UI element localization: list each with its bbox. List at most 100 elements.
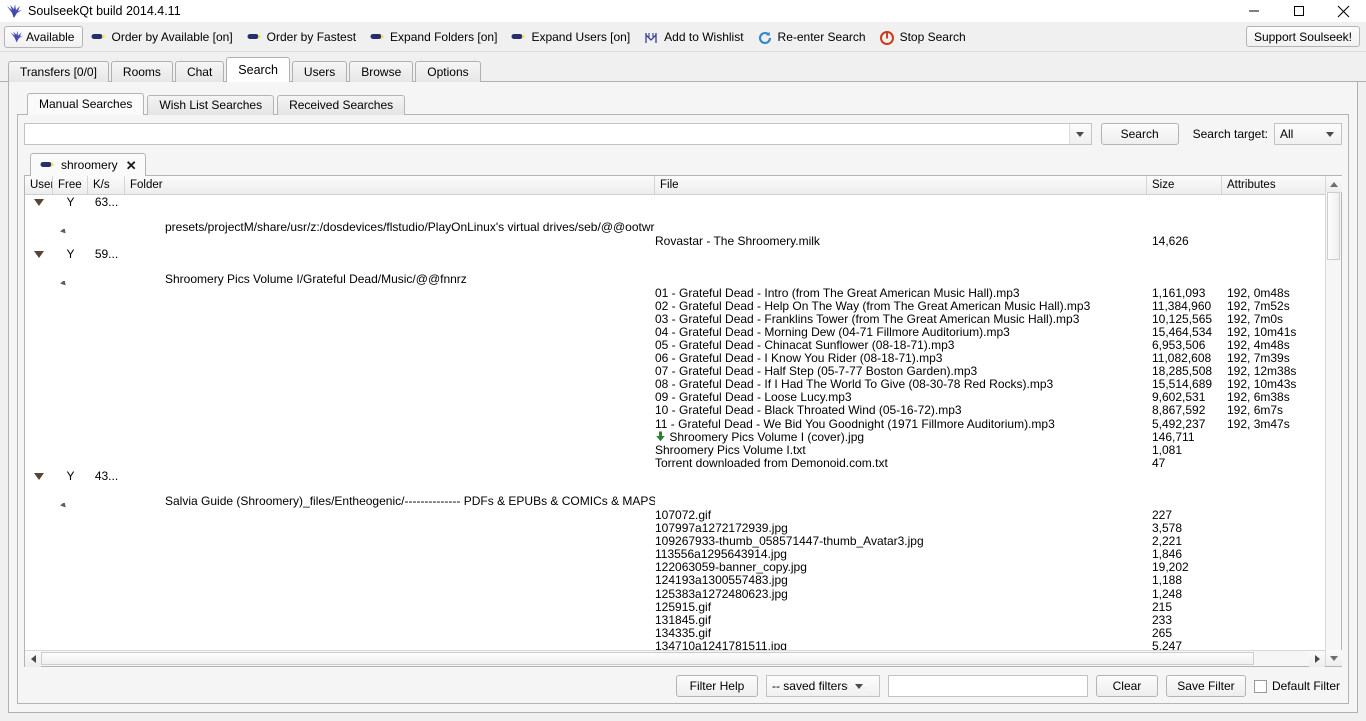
table-row[interactable]: Y 59... (25, 247, 1325, 261)
table-row[interactable]: presets/projectM/share/usr/z:/dosdevices… (25, 209, 1325, 234)
close-button[interactable] (1321, 0, 1366, 22)
scroll-up-button[interactable] (1326, 176, 1342, 192)
chevron-down-icon (1076, 131, 1085, 137)
tab-search[interactable]: Search (226, 57, 290, 82)
stop-search-button[interactable]: Stop Search (874, 26, 972, 48)
column-header-size[interactable]: Size (1147, 176, 1222, 194)
table-row[interactable]: Torrent downloaded from Demonoid.com.txt… (25, 456, 1325, 470)
filter-input[interactable] (887, 675, 1088, 697)
search-target-value: All (1280, 127, 1294, 141)
table-row[interactable]: Shroomery Pics Volume I/Grateful Dead/Mu… (25, 261, 1325, 287)
table-row[interactable]: 134335.gif 265 (25, 626, 1325, 640)
search-query-combo[interactable] (24, 123, 1092, 145)
table-row[interactable]: 107072.gif 227 (25, 508, 1325, 522)
vertical-scroll-thumb[interactable] (1327, 192, 1340, 260)
table-row[interactable]: 11 - Grateful Dead - We Bid You Goodnigh… (25, 416, 1325, 431)
add-to-wishlist-button[interactable]: Add to Wishlist (638, 26, 749, 48)
re-enter-search-button[interactable]: Re-enter Search (752, 26, 872, 48)
table-row[interactable]: Rovastar - The Shroomery.milk 14,626 (25, 234, 1325, 248)
tab-options[interactable]: Options (415, 61, 481, 82)
order-by-available-button[interactable]: Order by Available [on] (85, 26, 238, 48)
table-row[interactable]: 04 - Grateful Dead - Morning Dew (04-71 … (25, 325, 1325, 339)
support-soulseek-button[interactable]: Support Soulseek! (1245, 26, 1360, 47)
search-button[interactable]: Search (1100, 123, 1179, 145)
column-header-free[interactable]: Free (53, 176, 88, 194)
scroll-right-button[interactable] (1309, 651, 1325, 667)
table-row[interactable]: 134710a1241781511.jpg 5,247 (25, 639, 1325, 650)
table-row[interactable]: Shroomery Pics Volume I (cover).jpg 146,7… (25, 430, 1325, 444)
close-icon[interactable]: ✕ (126, 159, 137, 172)
vertical-scroll-track[interactable] (1326, 192, 1341, 650)
table-row[interactable]: 10 - Grateful Dead - Black Throated Wind… (25, 403, 1325, 417)
expand-toggle[interactable] (25, 250, 53, 258)
tab-transfers[interactable]: Transfers [0/0] (8, 61, 109, 82)
horizontal-scroll-track[interactable] (41, 651, 1309, 666)
expand-toggle[interactable] (25, 198, 53, 206)
scroll-left-button[interactable] (25, 651, 41, 667)
table-row[interactable]: 02 - Grateful Dead - Help On The Way (fr… (25, 299, 1325, 313)
cell-attributes: 192, 3m47s (1227, 416, 1290, 431)
maximize-button[interactable] (1276, 0, 1321, 22)
search-history-dropdown-button[interactable] (1068, 124, 1091, 144)
table-row[interactable]: Salvia Guide (Shroomery)_files/Entheogen… (25, 483, 1325, 509)
branch-toggle[interactable] (53, 503, 88, 509)
expand-toggle[interactable] (25, 472, 53, 480)
table-row[interactable]: 09 - Grateful Dead - Loose Lucy.mp3 9,602… (25, 390, 1325, 404)
result-tab-shroomery[interactable]: shroomery ✕ (30, 153, 146, 176)
table-row[interactable]: 03 - Grateful Dead - Franklins Tower (fr… (25, 312, 1325, 326)
column-header-folder[interactable]: Folder (125, 176, 655, 194)
table-row[interactable]: 113556a1295643914.jpg 1,846 (25, 547, 1325, 561)
search-target-select[interactable]: All (1274, 123, 1342, 145)
table-row[interactable]: Shroomery Pics Volume I.txt 1,081 (25, 443, 1325, 457)
table-row[interactable]: 125915.gif 215 (25, 599, 1325, 614)
save-filter-button[interactable]: Save Filter (1165, 675, 1246, 697)
column-header-file[interactable]: File (655, 176, 1147, 194)
filter-help-label: Filter Help (689, 679, 745, 693)
window-controls (1231, 0, 1366, 22)
table-row[interactable]: 131845.gif 233 (25, 613, 1325, 627)
manual-searches-panel: Search Search target: All shroomery ✕ Us… (17, 115, 1349, 704)
tab-chat[interactable]: Chat (174, 61, 225, 82)
availability-status-button[interactable]: Available (4, 25, 84, 48)
table-row[interactable]: 01 - Grateful Dead - Intro (from The Gre… (25, 286, 1325, 300)
clear-filter-button[interactable]: Clear (1095, 675, 1158, 697)
table-row[interactable]: 107997a1272172939.jpg 3,578 (25, 521, 1325, 535)
cell-size: 6,953,506 (1152, 338, 1206, 353)
search-bar: Search Search target: All (24, 123, 1342, 145)
table-row[interactable]: 08 - Grateful Dead - If I Had The World … (25, 377, 1325, 391)
table-row[interactable]: Y 43... (25, 469, 1325, 483)
column-header-kbs[interactable]: K/s (88, 176, 125, 194)
search-input[interactable] (25, 124, 1069, 144)
table-row[interactable]: 109267933-thumb_058571447-thumb_Avatar3.… (25, 534, 1325, 548)
default-filter-checkbox-wrap[interactable]: Default Filter (1253, 679, 1340, 693)
branch-toggle[interactable] (53, 281, 88, 287)
tab-browse[interactable]: Browse (349, 61, 414, 82)
branch-toggle[interactable] (53, 229, 88, 234)
table-row[interactable]: 125383a1272480623.jpg 1,248 (25, 587, 1325, 601)
tab-wish-list-searches[interactable]: Wish List Searches (147, 95, 275, 115)
table-row[interactable]: 07 - Grateful Dead - Half Step (05-7-77 … (25, 364, 1325, 378)
horizontal-scroll-thumb[interactable] (41, 652, 1254, 665)
horizontal-scrollbar[interactable] (25, 650, 1325, 667)
table-row[interactable]: Y 63... (25, 195, 1325, 209)
expand-users-button[interactable]: Expand Users [on] (505, 26, 636, 48)
vertical-scrollbar[interactable] (1325, 176, 1342, 666)
table-row[interactable]: 124193a1300557483.jpg 1,188 (25, 573, 1325, 587)
order-by-fastest-button[interactable]: Order by Fastest (241, 26, 362, 48)
minimize-button[interactable] (1231, 0, 1276, 22)
tab-rooms[interactable]: Rooms (110, 61, 173, 82)
table-row[interactable]: 06 - Grateful Dead - I Know You Rider (0… (25, 351, 1325, 365)
tab-users[interactable]: Users (291, 61, 348, 82)
column-header-user[interactable]: User (25, 176, 53, 194)
table-row[interactable]: 05 - Grateful Dead - Chinacat Sunflower … (25, 338, 1325, 353)
tab-manual-searches[interactable]: Manual Searches (27, 93, 145, 115)
column-header-attributes[interactable]: Attributes (1222, 176, 1325, 194)
tab-received-searches[interactable]: Received Searches (277, 95, 406, 115)
saved-filters-select[interactable]: -- saved filters (765, 675, 880, 697)
table-row[interactable]: 122063059-banner_copy.jpg 19,202 (25, 560, 1325, 574)
expand-folders-button[interactable]: Expand Folders [on] (364, 26, 503, 48)
filter-help-button[interactable]: Filter Help (675, 675, 758, 697)
cell-file: 125915.gif (655, 599, 712, 614)
scroll-down-button[interactable] (1326, 650, 1342, 666)
default-filter-checkbox[interactable] (1253, 679, 1267, 693)
